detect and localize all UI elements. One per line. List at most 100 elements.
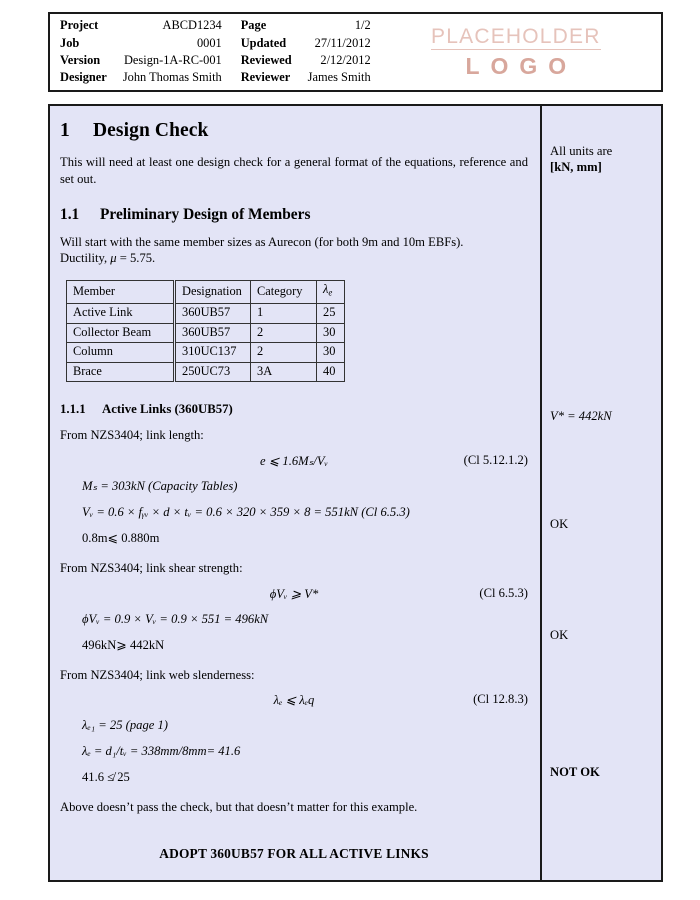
link-length-equation: e ⩽ 1.6Mₛ/Vᵥ bbox=[259, 453, 329, 468]
cell-member: Collector Beam bbox=[66, 322, 176, 344]
subsection-number: 1.1 bbox=[60, 206, 80, 224]
table-row: Collector Beam 360UB57 2 30 bbox=[66, 322, 345, 344]
header-value-updated: 27/11/2012 bbox=[314, 35, 371, 50]
header-row-version: Version Design-1A-RC-001 bbox=[60, 52, 222, 69]
cell-designation: 360UB57 bbox=[174, 322, 251, 344]
web-slenderness-le-line: λₑ = d₁/tᵥ = 338mm/8mm= 41.6 bbox=[82, 744, 241, 759]
header-row-reviewed: Reviewed 2/12/2012 bbox=[241, 52, 371, 69]
note-ok-shear-strength: OK bbox=[550, 628, 569, 642]
cell-category: 1 bbox=[250, 303, 317, 324]
header-row-project: Project ABCD1234 bbox=[60, 17, 222, 34]
web-slenderness-equation: λₑ ⩽ λₑq bbox=[273, 693, 315, 708]
header-value-project: ABCD1234 bbox=[162, 18, 222, 33]
header-value-reviewer: James Smith bbox=[307, 70, 371, 85]
header-key-page: Page bbox=[240, 18, 267, 33]
subsubsection-number: 1.1.1 bbox=[60, 402, 86, 417]
web-slenderness-lead: From NZS3404; link web slenderness: bbox=[60, 667, 255, 682]
cell-lambda: 25 bbox=[316, 303, 345, 324]
header-key-reviewed: Reviewed bbox=[240, 53, 292, 67]
company-logo: PLACEHOLDER LOGO bbox=[371, 14, 661, 90]
logo-bottom-text: LOGO bbox=[465, 53, 578, 79]
table-row: Active Link 360UB57 1 25 bbox=[66, 303, 345, 324]
header-left-group: Project ABCD1234 Job 0001 Version Design… bbox=[60, 17, 222, 86]
web-slenderness-le1-line: λₑ₁ = 25 (page 1) bbox=[82, 718, 168, 733]
header-row-page: Page 1/2 bbox=[241, 17, 371, 34]
member-sizes-table: Member Designation Category λe Active Li… bbox=[66, 280, 345, 383]
ductility-label: Ductility, bbox=[60, 250, 111, 265]
header-value-designer: John Thomas Smith bbox=[122, 70, 222, 85]
shear-strength-lead: From NZS3404; link shear strength: bbox=[60, 560, 243, 575]
header-row-reviewer: Reviewer James Smith bbox=[241, 69, 371, 86]
header-key-project: Project bbox=[60, 18, 99, 33]
header-key-version: Version bbox=[60, 53, 101, 67]
header-value-job: 0001 bbox=[196, 35, 222, 50]
cell-lambda: 30 bbox=[316, 322, 345, 344]
table-row: Brace 250UC73 3A 40 bbox=[66, 361, 345, 383]
web-slenderness-result: 41.6 ≰ 25 bbox=[82, 770, 130, 785]
cell-member: Column bbox=[66, 342, 176, 363]
shear-strength-equation-row: ϕVᵥ ⩾ V* (Cl 6.5.3) bbox=[60, 586, 528, 602]
note-design-shear: V* = 442kN bbox=[550, 409, 612, 423]
ductility-value: = 5.75. bbox=[116, 250, 156, 265]
cell-category: 2 bbox=[250, 342, 317, 363]
logo-graphic: PLACEHOLDER LOGO bbox=[431, 26, 601, 78]
subsection-intro-line2: Ductility, μ = 5.75. bbox=[60, 250, 528, 267]
subsubsection-title: Active Links (360UB57) bbox=[102, 402, 233, 417]
note-not-ok-slenderness: NOT OK bbox=[550, 765, 600, 779]
link-length-equation-row: e ⩽ 1.6Mₛ/Vᵥ (Cl 5.12.1.2) bbox=[60, 453, 528, 469]
section-title: Design Check bbox=[93, 120, 209, 141]
subsection-title: Preliminary Design of Members bbox=[100, 206, 311, 224]
subsubsection-heading: 1.1.1 Active Links (360UB57) bbox=[60, 402, 528, 417]
header-key-reviewer: Reviewer bbox=[240, 70, 291, 85]
shear-strength-result: 496kN⩾ 442kN bbox=[82, 637, 165, 652]
table-header-row: Member Designation Category λe bbox=[66, 280, 345, 305]
note-units-line2: [kN, mm] bbox=[550, 160, 602, 174]
header-key-updated: Updated bbox=[240, 35, 287, 50]
logo-top-text: PLACEHOLDER bbox=[431, 25, 601, 50]
web-slenderness-clause-ref: (Cl 12.8.3) bbox=[473, 692, 528, 707]
cell-designation: 250UC73 bbox=[174, 361, 251, 383]
document-body: 1 Design Check This will need at least on… bbox=[48, 104, 663, 882]
section-number: 1 bbox=[60, 120, 70, 141]
header-row-updated: Updated 27/11/2012 bbox=[241, 35, 371, 52]
shear-strength-equation: ϕVᵥ ⩾ V* bbox=[269, 586, 319, 601]
cell-category: 3A bbox=[250, 361, 317, 383]
note-units-line1: All units are bbox=[550, 144, 613, 158]
margin-notes-column: All units are [kN, mm] V* = 442kN OK OK … bbox=[542, 106, 661, 880]
table-header-category: Category bbox=[250, 280, 317, 305]
table-header-lambda: λe bbox=[316, 280, 345, 305]
subsection-heading: 1.1 Preliminary Design of Members bbox=[60, 206, 528, 224]
link-length-vv-line: Vᵥ = 0.6 × fᵧᵥ × d × tᵥ = 0.6 × 320 × 35… bbox=[82, 504, 410, 519]
header-row-designer: Designer John Thomas Smith bbox=[60, 69, 222, 86]
section-intro-paragraph: This will need at least one design check… bbox=[60, 155, 528, 186]
cell-designation: 360UB57 bbox=[174, 303, 251, 324]
shear-strength-clause-ref: (Cl 6.5.3) bbox=[479, 585, 528, 600]
section-heading: 1 Design Check bbox=[60, 120, 528, 142]
shear-strength-calc-line: ϕVᵥ = 0.9 × Vᵥ = 0.9 × 551 = 496kN bbox=[82, 611, 269, 626]
subsection-intro-line1: Will start with the same member sizes as… bbox=[60, 235, 464, 250]
cell-category: 2 bbox=[250, 322, 317, 344]
cell-member: Brace bbox=[66, 361, 176, 383]
cell-lambda: 30 bbox=[316, 342, 345, 363]
adopt-statement: ADOPT 360UB57 FOR ALL ACTIVE LINKS bbox=[159, 845, 429, 861]
link-length-clause-ref: (Cl 5.12.1.2) bbox=[463, 452, 528, 467]
web-slenderness-equation-row: λₑ ⩽ λₑq (Cl 12.8.3) bbox=[60, 692, 528, 708]
table-header-designation: Designation bbox=[174, 280, 251, 305]
calculation-sheet-page: Project ABCD1234 Job 0001 Version Design… bbox=[0, 0, 700, 900]
header-key-job: Job bbox=[60, 35, 80, 50]
link-length-result: 0.8m⩽ 0.880m bbox=[82, 530, 160, 545]
cell-designation: 310UC137 bbox=[174, 342, 251, 363]
link-length-lead: From NZS3404; link length: bbox=[60, 428, 204, 443]
header-value-page: 1/2 bbox=[354, 18, 371, 33]
cell-member: Active Link bbox=[66, 303, 176, 324]
table-header-member: Member bbox=[66, 280, 176, 305]
header-fields: Project ABCD1234 Job 0001 Version Design… bbox=[50, 14, 371, 90]
header-right-group: Page 1/2 Updated 27/11/2012 Reviewed 2/1… bbox=[241, 17, 371, 86]
document-header: Project ABCD1234 Job 0001 Version Design… bbox=[48, 12, 663, 92]
content-column: 1 Design Check This will need at least on… bbox=[50, 106, 542, 880]
table-row: Column 310UC137 2 30 bbox=[66, 342, 345, 363]
header-value-version: Design-1A-RC-001 bbox=[123, 53, 222, 67]
header-value-reviewed: 2/12/2012 bbox=[320, 53, 371, 67]
note-ok-link-length: OK bbox=[550, 517, 569, 531]
header-row-job: Job 0001 bbox=[60, 35, 222, 52]
